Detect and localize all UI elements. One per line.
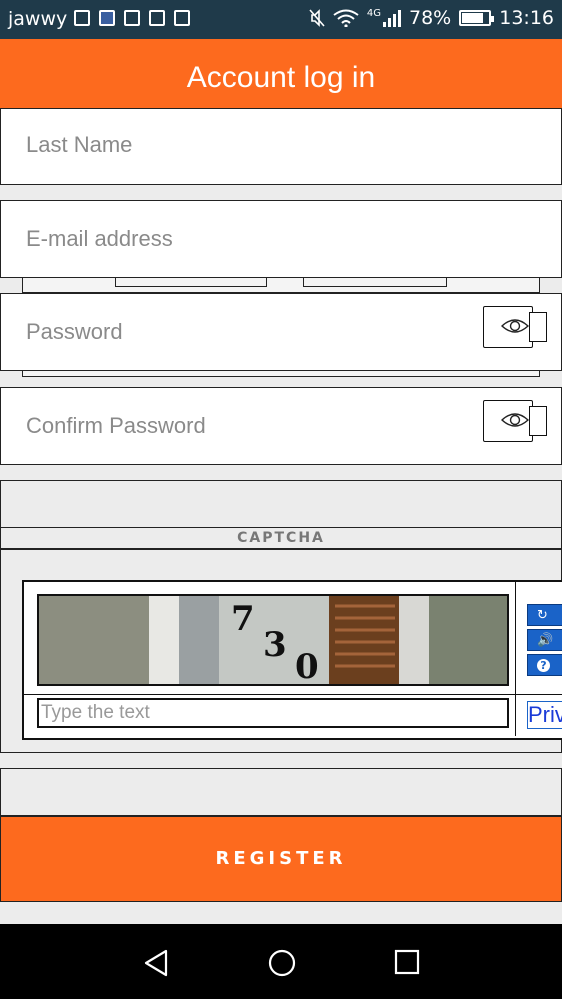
recents-icon[interactable] bbox=[393, 948, 421, 976]
refresh-icon: ↻ bbox=[537, 608, 548, 623]
play-store-icon bbox=[149, 10, 165, 26]
battery-icon bbox=[459, 10, 495, 26]
network-type: 4G bbox=[366, 7, 381, 19]
eye-icon bbox=[501, 413, 529, 427]
password-placeholder: Password bbox=[26, 319, 123, 344]
signal-icon bbox=[383, 9, 401, 27]
home-icon[interactable] bbox=[267, 948, 297, 978]
help-icon: ? bbox=[537, 659, 550, 672]
terms-row-sliver bbox=[22, 277, 540, 293]
confirm-password-placeholder: Confirm Password bbox=[26, 413, 206, 438]
divider bbox=[22, 370, 540, 377]
mute-icon bbox=[309, 9, 325, 27]
captcha-digit-2: 3 bbox=[263, 625, 287, 665]
email-field[interactable]: E-mail address bbox=[0, 200, 562, 278]
status-bar: jawwy 4G 78% 13:16 bbox=[0, 0, 562, 39]
app-notification-icon bbox=[99, 10, 115, 26]
last-name-placeholder: Last Name bbox=[26, 132, 133, 157]
captcha-image: 7 3 0 bbox=[37, 594, 509, 686]
confirm-password-field[interactable]: Confirm Password bbox=[0, 387, 562, 465]
captcha-spacer bbox=[0, 549, 562, 581]
eye-icon bbox=[501, 319, 529, 333]
show-confirm-password-button[interactable] bbox=[483, 400, 547, 442]
captcha-help-button[interactable]: ? bbox=[527, 654, 562, 676]
register-spacer bbox=[0, 768, 562, 816]
captcha-digit-3: 0 bbox=[295, 647, 319, 684]
sim-icon bbox=[74, 10, 90, 26]
page-title: Account log in bbox=[0, 39, 562, 114]
terms-of-service-link-fragment[interactable] bbox=[115, 278, 267, 287]
privacy-policy-link-fragment[interactable] bbox=[303, 278, 447, 287]
speaker-icon: 🔊 bbox=[537, 633, 554, 648]
captcha-picture: 7 3 0 bbox=[39, 596, 507, 684]
captcha-privacy-link[interactable]: Priv bbox=[527, 701, 562, 729]
wifi-icon bbox=[333, 9, 359, 27]
carrier-name: jawwy bbox=[8, 8, 68, 30]
register-button[interactable]: REGISTER bbox=[0, 816, 562, 902]
captcha-audio-button[interactable]: 🔊 bbox=[527, 629, 562, 651]
show-password-button[interactable] bbox=[483, 306, 547, 348]
captcha-refresh-button[interactable]: ↻ bbox=[527, 604, 562, 626]
captcha-section-top bbox=[0, 480, 562, 528]
last-name-field[interactable]: Last Name bbox=[0, 108, 562, 185]
captcha-input-placeholder: Type the text bbox=[41, 702, 150, 723]
notification-icons bbox=[74, 10, 190, 26]
clock: 13:16 bbox=[499, 7, 554, 29]
password-field[interactable]: Password bbox=[0, 293, 562, 371]
captcha-label: CAPTCHA bbox=[0, 527, 562, 549]
image-icon bbox=[124, 10, 140, 26]
captcha-digit-1: 7 bbox=[231, 599, 255, 639]
navigation-bar bbox=[0, 924, 562, 999]
captcha-input[interactable]: Type the text bbox=[37, 698, 509, 728]
bag-icon bbox=[174, 10, 190, 26]
email-placeholder: E-mail address bbox=[26, 226, 173, 251]
captcha-widget: 7 3 0 Type the text ↻ 🔊 ? Priv bbox=[22, 580, 562, 740]
back-icon[interactable] bbox=[142, 948, 172, 978]
battery-percent: 78% bbox=[409, 7, 452, 29]
